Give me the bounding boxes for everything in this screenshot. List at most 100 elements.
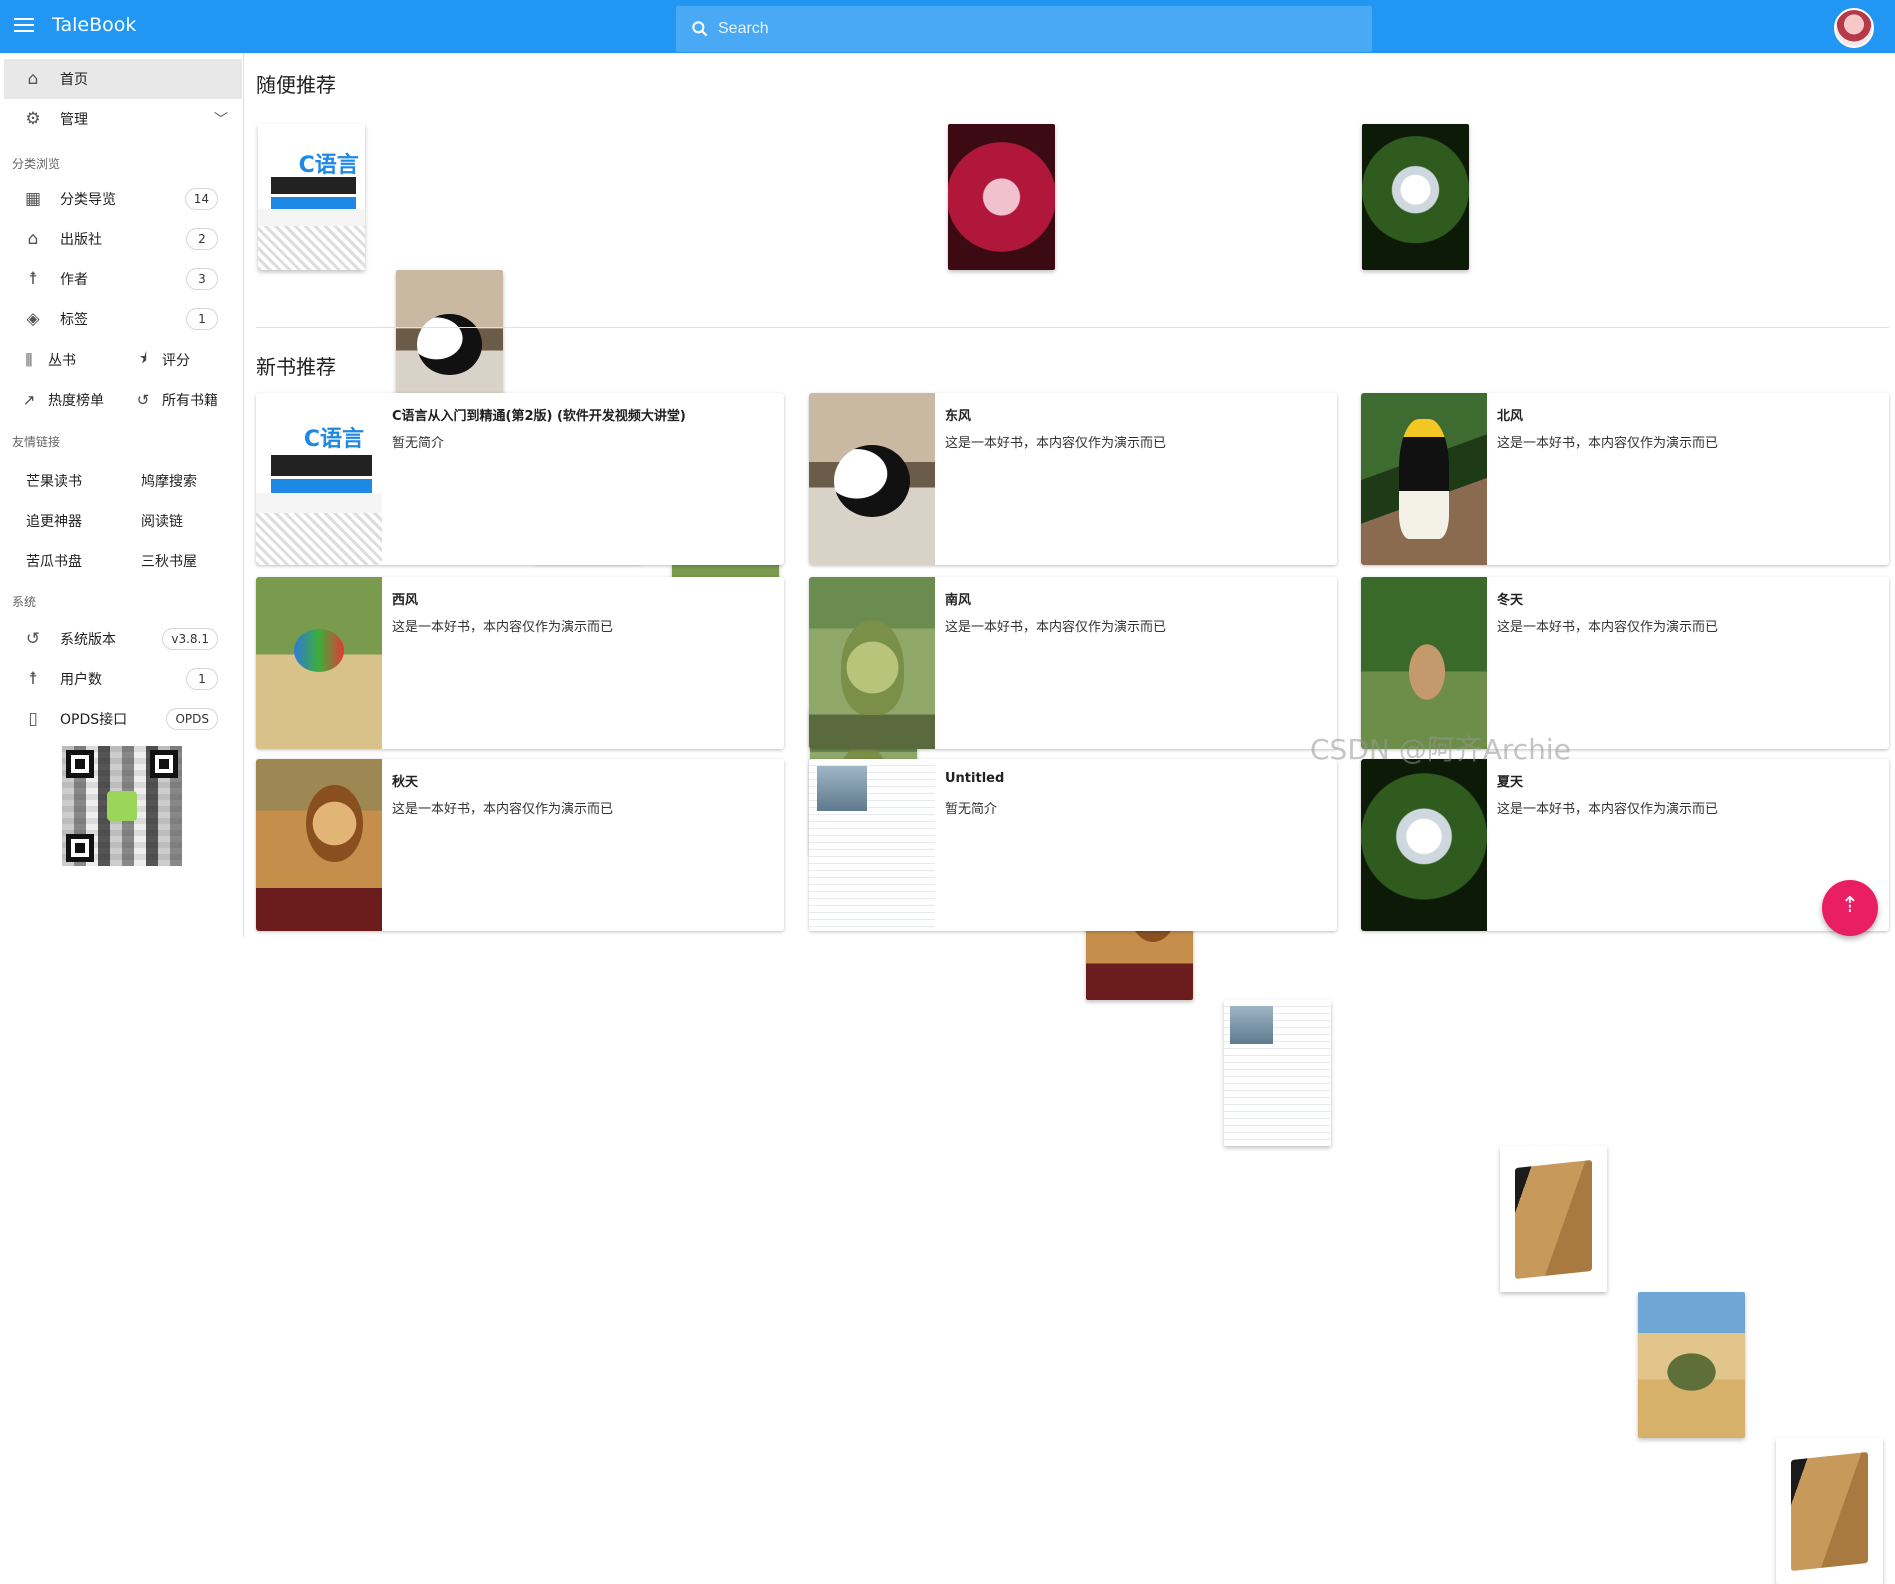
sidebar-item-categories[interactable]: ▦ 分类导览 14 xyxy=(4,179,242,219)
friend-link[interactable]: 追更神器 xyxy=(26,511,82,531)
nav-home-label: 首页 xyxy=(60,72,88,88)
book-thumbnail: C语言 xyxy=(256,393,382,565)
new-section-title: 新书推荐 xyxy=(256,355,336,379)
chevron-down-icon: ﹀ xyxy=(214,112,228,128)
friend-link[interactable]: 鸠摩搜索 xyxy=(141,471,197,491)
series-icon: ⫼ xyxy=(25,351,33,369)
home-icon: ⌂ xyxy=(27,69,39,89)
book-card[interactable]: 东风 这是一本好书，本内容仅作为演示而已 xyxy=(809,393,1337,565)
book-thumbnail xyxy=(1361,759,1487,931)
sidebar-item-label: 丛书 xyxy=(48,353,76,369)
sidebar-item-label: 分类导览 xyxy=(60,192,116,208)
sidebar-item-label: 评分 xyxy=(162,353,190,369)
count-badge: 1 xyxy=(186,668,218,690)
nav-manage[interactable]: ⚙ 管理 ﹀ xyxy=(4,99,242,139)
sidebar-item-opds[interactable]: ▯ OPDS接口 OPDS xyxy=(4,699,242,739)
version-badge: v3.8.1 xyxy=(162,628,218,650)
sidebar-item-label: 热度榜单 xyxy=(48,393,104,409)
count-badge: 3 xyxy=(186,268,218,290)
book-title: C语言从入门到精通(第2版) (软件开发视频大讲堂) xyxy=(392,409,686,424)
sidebar-item-series[interactable]: ⫼ 丛书 xyxy=(20,340,76,380)
publisher-icon: ⌂ xyxy=(27,229,39,249)
history-icon: ↺ xyxy=(136,391,150,409)
book-card[interactable]: 南风 这是一本好书，本内容仅作为演示而已 xyxy=(809,577,1337,749)
book-card[interactable]: 西风 这是一本好书，本内容仅作为演示而已 xyxy=(256,577,784,749)
book-cover[interactable] xyxy=(1500,1146,1607,1292)
friend-link[interactable]: 苦瓜书盘 xyxy=(26,551,82,571)
book-description: 这是一本好书，本内容仅作为演示而已 xyxy=(945,436,1167,451)
arrow-up-icon: ⇡ xyxy=(1840,893,1860,918)
sidebar-item-label: 用户数 xyxy=(60,672,102,688)
nav-home[interactable]: ⌂ 首页 xyxy=(4,59,242,99)
book-cover[interactable] xyxy=(1776,1438,1883,1584)
book-card[interactable]: 夏天 这是一本好书，本内容仅作为演示而已 xyxy=(1361,759,1889,931)
menu-icon[interactable] xyxy=(12,14,36,38)
phone-icon: ▯ xyxy=(28,709,38,729)
book-thumbnail xyxy=(809,759,935,931)
friend-link[interactable]: 阅读链 xyxy=(141,511,183,531)
book-cover[interactable] xyxy=(1362,124,1469,270)
book-title: 东风 xyxy=(945,409,972,424)
count-badge: 1 xyxy=(186,308,218,330)
book-cover[interactable] xyxy=(1638,1292,1745,1438)
search-input[interactable] xyxy=(718,20,1358,38)
book-card[interactable]: 冬天 这是一本好书，本内容仅作为演示而已 xyxy=(1361,577,1889,749)
scroll-top-button[interactable]: ⇡ xyxy=(1822,880,1878,936)
trending-icon: ↗ xyxy=(22,391,36,409)
section-divider xyxy=(256,327,1889,328)
book-description: 这是一本好书，本内容仅作为演示而已 xyxy=(1497,620,1719,635)
sidebar-item-version[interactable]: ↺ 系统版本 v3.8.1 xyxy=(4,619,242,659)
user-icon: ☨ xyxy=(28,669,38,689)
qr-code xyxy=(62,746,182,866)
book-thumbnail xyxy=(1361,577,1487,749)
book-cover[interactable] xyxy=(1224,1000,1331,1146)
dashboard-icon: ▦ xyxy=(24,189,42,209)
sidebar-item-all-books[interactable]: ↺ 所有书籍 xyxy=(134,380,218,420)
sidebar-item-publishers[interactable]: ⌂ 出版社 2 xyxy=(4,219,242,259)
sidebar: ⌂ 首页 ⚙ 管理 ﹀ 分类浏览 ▦ 分类导览 14 ⌂ 出版社 2 ☨ 作者 … xyxy=(0,53,244,937)
book-thumbnail xyxy=(809,393,935,565)
sidebar-item-label: 所有书籍 xyxy=(162,393,218,409)
sidebar-item-rating[interactable]: ⯨ 评分 xyxy=(134,340,190,380)
book-title: 北风 xyxy=(1497,409,1524,424)
book-cover[interactable] xyxy=(948,124,1055,270)
book-thumbnail xyxy=(1361,393,1487,565)
sidebar-item-authors[interactable]: ☨ 作者 3 xyxy=(4,259,242,299)
app-title[interactable]: TaleBook xyxy=(52,14,136,36)
book-thumbnail xyxy=(809,577,935,749)
book-card[interactable]: 北风 这是一本好书，本内容仅作为演示而已 xyxy=(1361,393,1889,565)
opds-badge: OPDS xyxy=(166,708,218,730)
links-section-label: 友情链接 xyxy=(12,435,61,449)
book-cover[interactable]: C语言 xyxy=(258,124,365,270)
sidebar-item-label: 系统版本 xyxy=(60,632,116,648)
count-badge: 14 xyxy=(184,188,218,210)
book-title: Untitled xyxy=(945,771,1005,786)
count-badge: 2 xyxy=(186,228,218,250)
book-description: 这是一本好书，本内容仅作为演示而已 xyxy=(392,802,614,817)
book-description: 暂无简介 xyxy=(392,436,445,451)
gear-icon: ⚙ xyxy=(25,109,41,129)
sidebar-item-trending[interactable]: ↗ 热度榜单 xyxy=(20,380,104,420)
book-thumbnail xyxy=(256,577,382,749)
book-title: 西风 xyxy=(392,593,419,608)
book-description: 这是一本好书，本内容仅作为演示而已 xyxy=(392,620,614,635)
author-icon: ☨ xyxy=(28,269,38,289)
sidebar-item-tags[interactable]: ◈ 标签 1 xyxy=(4,299,242,339)
book-title: 南风 xyxy=(945,593,972,608)
main-content: 随便推荐 C语言 新书推荐 C语言 C语言从入门到精通(第2版) (软件开发视频… xyxy=(244,53,1895,1584)
book-thumbnail xyxy=(256,759,382,931)
book-card[interactable]: Untitled 暂无简介 xyxy=(809,759,1337,931)
avatar[interactable] xyxy=(1834,8,1874,48)
tag-icon: ◈ xyxy=(26,309,40,329)
book-card[interactable]: C语言 C语言从入门到精通(第2版) (软件开发视频大讲堂) 暂无简介 xyxy=(256,393,784,565)
random-recommend-row: C语言 xyxy=(258,124,1890,1584)
friend-link[interactable]: 芒果读书 xyxy=(26,471,82,491)
search-bar[interactable] xyxy=(676,6,1372,52)
book-title: 冬天 xyxy=(1497,593,1524,608)
friend-link[interactable]: 三秋书屋 xyxy=(141,551,197,571)
sidebar-item-label: OPDS接口 xyxy=(60,712,128,728)
search-icon xyxy=(692,21,708,37)
book-card[interactable]: 秋天 这是一本好书，本内容仅作为演示而已 xyxy=(256,759,784,931)
book-description: 暂无简介 xyxy=(945,802,998,817)
sidebar-item-users[interactable]: ☨ 用户数 1 xyxy=(4,659,242,699)
